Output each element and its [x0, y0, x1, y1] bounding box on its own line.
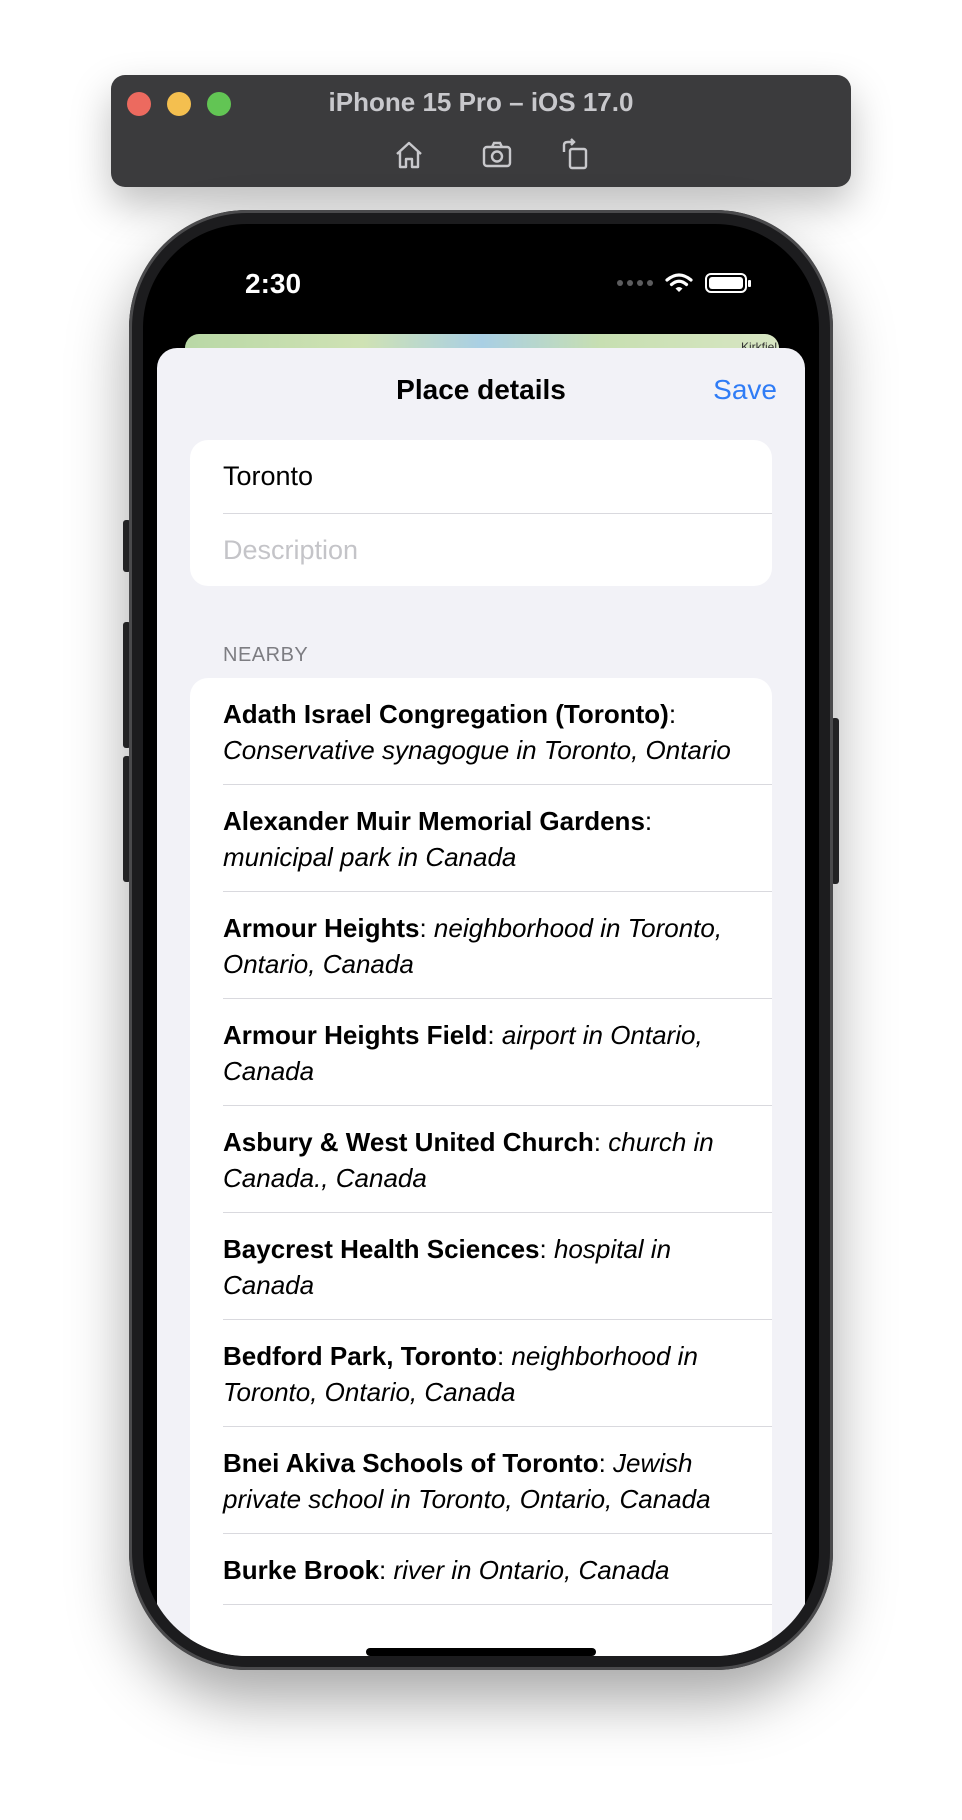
place-name: Asbury & West United Church	[223, 1127, 594, 1157]
battery-icon	[705, 273, 751, 293]
screenshot-button[interactable]	[477, 135, 517, 175]
name-field-row: Toronto	[223, 440, 772, 514]
separator: :	[487, 1020, 502, 1050]
place-fields-card: Toronto	[190, 440, 772, 586]
place-description: Conservative synagogue in Toronto, Ontar…	[223, 735, 731, 765]
list-item[interactable]: Armour Heights Field: airport in Ontario…	[223, 999, 772, 1106]
sheet-title: Place details	[396, 374, 566, 405]
place-name: Bnei Akiva Schools of Toronto	[223, 1448, 599, 1478]
place-description: municipal park in Canada	[223, 842, 517, 872]
wifi-icon	[665, 273, 693, 292]
nearby-section-header: NEARBY	[223, 644, 309, 666]
place-name: Alexander Muir Memorial Gardens	[223, 806, 645, 836]
separator: :	[419, 913, 434, 943]
status-icons	[617, 272, 751, 294]
list-item[interactable]: Burke Brook: river in Ontario, Canada	[223, 1534, 772, 1605]
list-item[interactable]: Armour Heights: neighborhood in Toronto,…	[223, 892, 772, 999]
status-time: 2:30	[245, 268, 302, 299]
place-name: Burke Brook	[223, 1555, 380, 1585]
description-field-row	[223, 514, 772, 587]
home-icon	[396, 141, 422, 169]
place-details-sheet: Place details Save Toronto NEARBY Adath …	[157, 348, 805, 1656]
separator: :	[668, 699, 677, 729]
separator: :	[598, 1448, 614, 1478]
place-name: Bedford Park, Toronto	[223, 1341, 497, 1371]
list-item[interactable]: Alexander Muir Memorial Gardens: municip…	[223, 785, 772, 892]
name-field[interactable]: Toronto	[223, 461, 313, 492]
separator: :	[379, 1555, 394, 1585]
place-description: river in Ontario, Canada	[393, 1555, 670, 1585]
place-name: Adath Israel Congregation (Toronto)	[223, 699, 669, 729]
separator: :	[539, 1234, 554, 1264]
cellular-icon	[617, 280, 653, 286]
phone-screen: 2:30 Kirkfiel Place details Save Toronto	[143, 224, 819, 1656]
list-item[interactable]: Adath Israel Congregation (Toronto): Con…	[223, 678, 772, 785]
separator: :	[593, 1127, 609, 1157]
home-indicator[interactable]	[366, 1648, 596, 1656]
simulator-title: iPhone 15 Pro – iOS 17.0	[328, 87, 634, 117]
simulator-title-bar: iPhone 15 Pro – iOS 17.0	[111, 75, 851, 187]
home-button[interactable]	[389, 135, 429, 175]
save-button[interactable]: Save	[713, 374, 777, 406]
rotate-icon	[562, 138, 588, 170]
place-name: Armour Heights Field	[223, 1020, 488, 1050]
separator: :	[496, 1341, 512, 1371]
place-name: Armour Heights	[223, 913, 420, 943]
list-item[interactable]: Bedford Park, Toronto: neighborhood in T…	[223, 1320, 772, 1427]
list-item[interactable]: Baycrest Health Sciences: hospital in Ca…	[223, 1213, 772, 1320]
list-item[interactable]: Bnei Akiva Schools of Toronto: Jewish pr…	[223, 1427, 772, 1534]
simulator-stage: iPhone 15 Pro – iOS 17.0 2:30 Kirkfiel P…	[0, 0, 962, 1820]
nearby-list: Adath Israel Congregation (Toronto): Con…	[190, 678, 772, 1656]
place-name: Baycrest Health Sciences	[223, 1234, 540, 1264]
screenshot-icon	[482, 141, 512, 168]
separator: :	[644, 806, 653, 836]
rotate-button[interactable]	[555, 135, 595, 175]
description-field[interactable]	[223, 535, 718, 566]
list-item[interactable]: Asbury & West United Church: church in C…	[223, 1106, 772, 1213]
